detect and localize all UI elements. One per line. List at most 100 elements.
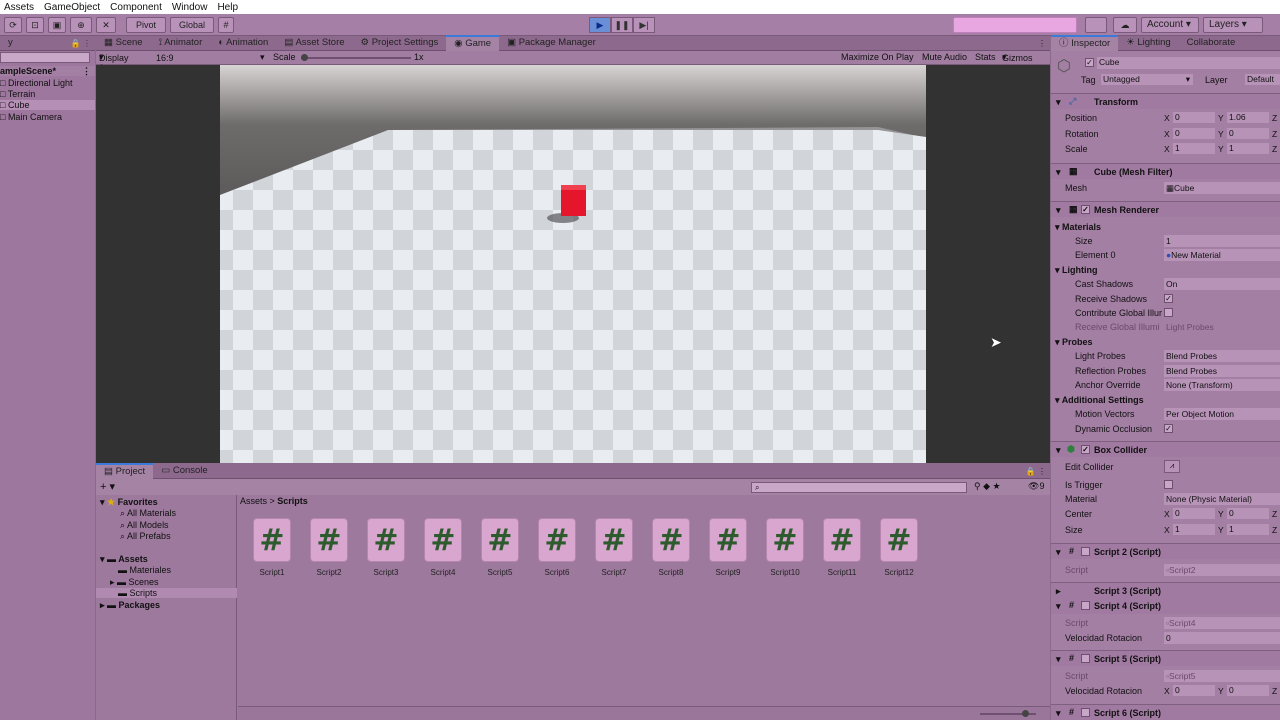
position-x-field[interactable]: 0: [1173, 112, 1215, 123]
account-dropdown[interactable]: Account ▾: [1141, 17, 1199, 33]
tab-scene[interactable]: ▦ Scene: [96, 35, 151, 51]
script5-velocity-x-field[interactable]: 0: [1173, 685, 1215, 696]
tab-animator[interactable]: ⟟ Animator: [151, 35, 211, 51]
motion-vectors-dropdown[interactable]: Per Object Motion: [1164, 408, 1280, 420]
box-collider-checkbox[interactable]: ✓: [1081, 445, 1090, 454]
size-field[interactable]: 1: [1164, 235, 1280, 247]
packages-folder[interactable]: ▸ ▬ Packages: [100, 600, 160, 611]
mesh-renderer-header[interactable]: ▾ ▦ ✓ Mesh Renderer: [1051, 201, 1280, 217]
pause-icon[interactable]: ❚❚: [611, 17, 633, 33]
tab-inspector[interactable]: ⓘ Inspector: [1051, 35, 1119, 51]
layers-dropdown[interactable]: Layers ▾: [1203, 17, 1263, 33]
folder-item-selected[interactable]: ▬ Scripts: [96, 588, 237, 598]
lock-icon[interactable]: 🔒 ⋮: [1026, 467, 1050, 476]
icon-size-thumb[interactable]: [1022, 710, 1029, 717]
scale-x-field[interactable]: 1: [1173, 143, 1215, 154]
rect-tool-icon[interactable]: ▣: [48, 17, 66, 33]
tab-lighting[interactable]: ☀ Lighting: [1118, 35, 1178, 51]
dynamic-occlusion-checkbox[interactable]: ✓: [1164, 424, 1173, 433]
script3-header[interactable]: ▸ Script 3 (Script): [1051, 582, 1280, 598]
light-probes-dropdown[interactable]: Blend Probes: [1164, 350, 1280, 362]
position-y-field[interactable]: 1.06: [1227, 112, 1269, 123]
maximize-on-play-toggle[interactable]: Maximize On Play: [841, 52, 914, 62]
script-asset[interactable]: # Script6: [532, 518, 582, 577]
menu-window[interactable]: Window: [168, 2, 214, 13]
collider-size-x-field[interactable]: 1: [1173, 524, 1215, 535]
tab-console[interactable]: ▭ Console: [153, 463, 215, 479]
script6-checkbox[interactable]: [1081, 708, 1090, 717]
display-dropdown[interactable]: Display 1 ▾: [99, 52, 129, 73]
script-asset[interactable]: # Script4: [418, 518, 468, 577]
mesh-field[interactable]: ▦Cube: [1164, 182, 1280, 194]
script-asset[interactable]: # Script1: [247, 518, 297, 577]
menu-assets[interactable]: Assets: [0, 2, 40, 13]
favorite-item[interactable]: ⌕ All Models: [120, 520, 169, 531]
step-icon[interactable]: ▶|: [633, 17, 655, 33]
cast-shadows-dropdown[interactable]: On: [1164, 278, 1280, 290]
global-toggle[interactable]: Global: [170, 17, 214, 33]
collider-material-field[interactable]: None (Physic Material): [1164, 493, 1280, 505]
scale-tool-icon[interactable]: ⊡: [26, 17, 44, 33]
custom-tool-icon[interactable]: ✕: [96, 17, 116, 33]
tab-collaborate[interactable]: Collaborate: [1179, 35, 1244, 51]
mesh-renderer-checkbox[interactable]: ✓: [1081, 205, 1090, 214]
script2-header[interactable]: ▾ # Script 2 (Script): [1051, 543, 1280, 559]
favorites-folder[interactable]: ▾ ★ Favorites: [100, 497, 158, 508]
menu-component[interactable]: Component: [106, 2, 168, 13]
favorite-item[interactable]: ⌕ All Materials: [120, 508, 176, 519]
mesh-filter-header[interactable]: ▾ ▦ Cube (Mesh Filter): [1051, 163, 1280, 179]
filter-icons[interactable]: ⚲ ◆ ★: [974, 481, 1001, 492]
lighting-foldout[interactable]: ▾ Lighting: [1051, 263, 1280, 277]
receive-shadows-checkbox[interactable]: ✓: [1164, 294, 1173, 303]
script5-checkbox[interactable]: [1081, 654, 1090, 663]
cloud-build-icon[interactable]: [1085, 17, 1107, 33]
breadcrumb-scripts[interactable]: Scripts: [277, 496, 308, 506]
hierarchy-item-selected[interactable]: □ Cube: [0, 100, 95, 110]
script-asset[interactable]: # Script8: [646, 518, 696, 577]
lock-icon[interactable]: 🔒 ⋮: [71, 39, 95, 48]
pivot-toggle[interactable]: Pivot: [126, 17, 166, 33]
is-trigger-checkbox[interactable]: [1164, 480, 1173, 489]
tag-dropdown[interactable]: Untagged ▾: [1101, 74, 1193, 85]
rotate-tool-icon[interactable]: ⟳: [4, 17, 22, 33]
folder-item[interactable]: ▬ Materiales: [118, 565, 171, 575]
probes-foldout[interactable]: ▾ Probes: [1051, 335, 1280, 349]
icon-size-slider[interactable]: [980, 710, 1036, 717]
script5-velocity-y-field[interactable]: 0: [1227, 685, 1269, 696]
menu-gameobject[interactable]: GameObject: [40, 2, 106, 13]
element-field[interactable]: ●New Material: [1164, 249, 1280, 261]
tab-project-settings[interactable]: ⚙ Project Settings: [353, 35, 447, 51]
anchor-override-field[interactable]: None (Transform): [1164, 379, 1280, 391]
rotation-y-field[interactable]: 0: [1227, 128, 1269, 139]
hierarchy-item[interactable]: □ Directional Light: [0, 78, 72, 88]
hierarchy-item[interactable]: □ Terrain: [0, 89, 35, 99]
center-y-field[interactable]: 0: [1227, 508, 1269, 519]
scale-y-field[interactable]: 1: [1227, 143, 1269, 154]
script-asset[interactable]: # Script5: [475, 518, 525, 577]
script4-header[interactable]: ▾ # Script 4 (Script): [1051, 598, 1280, 614]
script-asset[interactable]: # Script3: [361, 518, 411, 577]
tab-asset-store[interactable]: ▤ Asset Store: [276, 35, 352, 51]
transform-header[interactable]: ▾ ⤢ Transform: [1051, 93, 1280, 109]
layer-dropdown[interactable]: Default: [1245, 74, 1280, 85]
project-search-input[interactable]: ⌕: [751, 482, 967, 493]
box-collider-header[interactable]: ▾ ⬢ ✓ Box Collider: [1051, 441, 1280, 457]
transform-tool-icon[interactable]: ⊕: [70, 17, 92, 33]
script-asset[interactable]: # Script9: [703, 518, 753, 577]
script6-header[interactable]: ▾ # Script 6 (Script): [1051, 704, 1280, 720]
script-asset[interactable]: # Script11: [817, 518, 867, 577]
hierarchy-item[interactable]: □ Main Camera: [0, 112, 62, 122]
hierarchy-search[interactable]: [0, 52, 90, 63]
center-x-field[interactable]: 0: [1173, 508, 1215, 519]
folder-item[interactable]: ▸ ▬ Scenes: [110, 577, 159, 588]
mute-audio-toggle[interactable]: Mute Audio: [922, 52, 967, 62]
script5-header[interactable]: ▾ # Script 5 (Script): [1051, 650, 1280, 666]
tab-package-manager[interactable]: ▣ Package Manager: [499, 35, 604, 51]
tab-animation[interactable]: ◐ Animation: [210, 35, 276, 51]
aspect-dropdown-arrow[interactable]: ▾: [260, 52, 265, 63]
add-icon[interactable]: + ▾: [100, 480, 115, 493]
play-icon[interactable]: ▶: [589, 17, 611, 33]
hierarchy-tab[interactable]: y: [0, 35, 21, 51]
edit-collider-button[interactable]: ⩘: [1164, 460, 1180, 473]
additional-settings-foldout[interactable]: ▾ Additional Settings: [1051, 393, 1280, 407]
